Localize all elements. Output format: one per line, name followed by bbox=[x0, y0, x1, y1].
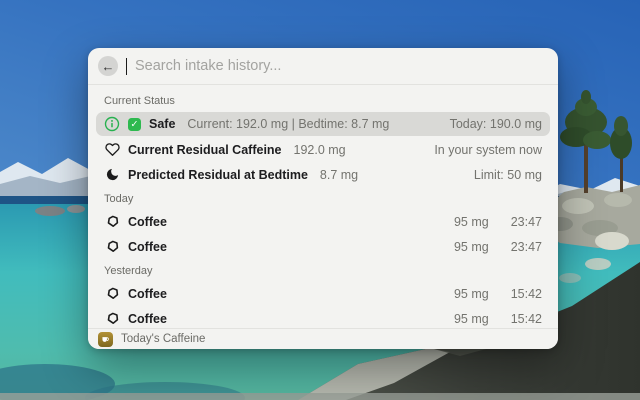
window-footer: Today's Caffeine bbox=[88, 328, 558, 349]
coffee-bean-icon bbox=[104, 214, 120, 230]
search-bar: ← bbox=[88, 48, 558, 85]
row-title: Predicted Residual at Bedtime bbox=[128, 167, 308, 182]
row-value: 192.0 mg bbox=[293, 142, 346, 157]
results-list: Current Status ✓ Safe Current: 192.0 mg … bbox=[88, 85, 558, 328]
checkmark-icon: ✓ bbox=[128, 117, 141, 131]
section-header-yesterday: Yesterday bbox=[104, 265, 153, 277]
info-circle-icon bbox=[104, 116, 120, 132]
intake-row[interactable]: Coffee 95 mg 23:47 bbox=[96, 210, 550, 233]
intake-time: 15:42 bbox=[510, 311, 542, 326]
row-predicted-residual[interactable]: Predicted Residual at Bedtime 8.7 mg Lim… bbox=[96, 163, 550, 186]
intake-title: Coffee bbox=[128, 239, 167, 254]
safe-label: Safe bbox=[149, 117, 176, 131]
intake-time: 23:47 bbox=[510, 239, 542, 254]
coffee-bean-icon bbox=[104, 311, 120, 327]
caffeine-launcher-window: ← Current Status ✓ Safe Current: 192.0 m… bbox=[88, 48, 558, 349]
section-header-current-status: Current Status bbox=[104, 95, 175, 107]
caffeine-app-icon bbox=[98, 331, 113, 347]
intake-title: Coffee bbox=[128, 214, 167, 229]
row-value: 8.7 mg bbox=[319, 167, 359, 182]
coffee-bean-icon bbox=[104, 286, 120, 302]
arrow-left-icon: ← bbox=[101, 58, 115, 74]
text-caret bbox=[126, 57, 127, 75]
moon-icon bbox=[104, 167, 120, 183]
intake-time: 23:47 bbox=[510, 214, 542, 229]
row-accessory: Limit: 50 mg bbox=[473, 167, 542, 182]
safe-detail: Current: 192.0 mg | Bedtime: 8.7 mg bbox=[187, 117, 390, 131]
row-title: Current Residual Caffeine bbox=[128, 142, 282, 157]
search-input[interactable] bbox=[135, 58, 548, 74]
coffee-bean-icon bbox=[104, 239, 120, 255]
intake-title: Coffee bbox=[128, 311, 167, 326]
footer-label: Today's Caffeine bbox=[121, 333, 206, 345]
status-row-safe[interactable]: ✓ Safe Current: 192.0 mg | Bedtime: 8.7 … bbox=[96, 112, 550, 136]
intake-title: Coffee bbox=[128, 286, 167, 301]
back-button[interactable]: ← bbox=[98, 56, 118, 76]
safe-accessory: Today: 190.0 mg bbox=[449, 117, 542, 131]
heart-icon bbox=[104, 142, 120, 158]
intake-amount: 95 mg bbox=[453, 239, 489, 254]
row-current-residual[interactable]: Current Residual Caffeine 192.0 mg In yo… bbox=[96, 138, 550, 161]
section-header-today: Today bbox=[104, 193, 134, 205]
intake-amount: 95 mg bbox=[453, 311, 489, 326]
intake-time: 15:42 bbox=[510, 286, 542, 301]
intake-amount: 95 mg bbox=[453, 286, 489, 301]
intake-row[interactable]: Coffee 95 mg 23:47 bbox=[96, 235, 550, 258]
intake-row[interactable]: Coffee 95 mg 15:42 bbox=[96, 307, 550, 328]
row-accessory: In your system now bbox=[434, 142, 542, 157]
intake-amount: 95 mg bbox=[453, 214, 489, 229]
intake-row[interactable]: Coffee 95 mg 15:42 bbox=[96, 282, 550, 305]
